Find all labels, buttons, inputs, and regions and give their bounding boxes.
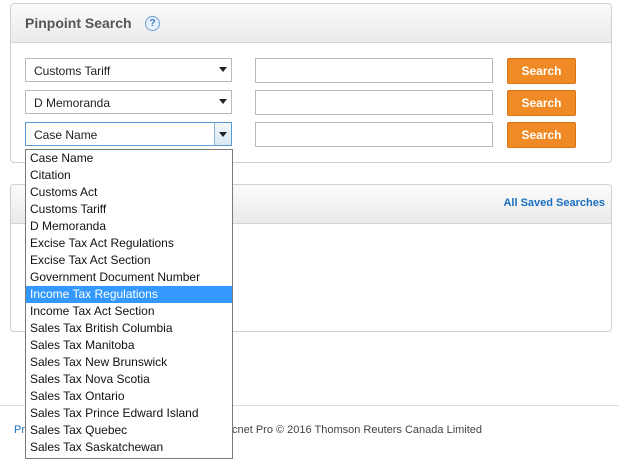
dropdown-option[interactable]: Sales Tax New Brunswick bbox=[26, 354, 232, 371]
pinpoint-search-panel: Pinpoint Search ? Customs Tariff Search … bbox=[10, 3, 612, 163]
dropdown-option[interactable]: Excise Tax Act Regulations bbox=[26, 235, 232, 252]
search-input-1[interactable] bbox=[255, 58, 493, 83]
dropdown-option[interactable]: Income Tax Regulations bbox=[26, 286, 232, 303]
dropdown-option[interactable]: Sales Tax British Columbia bbox=[26, 320, 232, 337]
field-select-value: Case Name bbox=[34, 128, 98, 142]
dropdown-option[interactable]: Sales Tax Quebec bbox=[26, 422, 232, 439]
field-select-1[interactable]: Customs Tariff bbox=[25, 58, 232, 82]
search-button-1[interactable]: Search bbox=[507, 58, 576, 84]
field-dropdown-list: Case Name Citation Customs Act Customs Tari… bbox=[25, 149, 233, 459]
search-button-2[interactable]: Search bbox=[507, 90, 576, 116]
field-select-3[interactable]: Case Name bbox=[25, 122, 232, 146]
dropdown-option[interactable]: Sales Tax Ontario bbox=[26, 388, 232, 405]
pinpoint-search-header: Pinpoint Search ? bbox=[11, 4, 611, 43]
dropdown-option[interactable]: Sales Tax Nova Scotia bbox=[26, 371, 232, 388]
search-input-2[interactable] bbox=[255, 90, 493, 115]
field-select-value: Customs Tariff bbox=[34, 64, 111, 78]
dropdown-toggle-button[interactable] bbox=[214, 123, 231, 145]
panel-title: Pinpoint Search bbox=[25, 15, 132, 31]
chevron-down-icon bbox=[219, 67, 227, 72]
search-input-3[interactable] bbox=[255, 122, 493, 147]
dropdown-option[interactable]: Sales Tax Prince Edward Island bbox=[26, 405, 232, 422]
dropdown-option[interactable]: Customs Tariff bbox=[26, 201, 232, 218]
field-select-value: D Memoranda bbox=[34, 96, 111, 110]
search-button-3[interactable]: Search bbox=[507, 122, 576, 148]
dropdown-option[interactable]: D Memoranda bbox=[26, 218, 232, 235]
dropdown-option[interactable]: Customs Act bbox=[26, 184, 232, 201]
dropdown-option[interactable]: Government Document Number bbox=[26, 269, 232, 286]
dropdown-option[interactable]: Income Tax Act Section bbox=[26, 303, 232, 320]
dropdown-option[interactable]: Sales Tax Saskatchewan bbox=[26, 439, 232, 456]
all-saved-searches-link[interactable]: All Saved Searches bbox=[503, 197, 605, 209]
chevron-down-icon bbox=[219, 132, 227, 137]
chevron-down-icon bbox=[219, 99, 227, 104]
field-select-2[interactable]: D Memoranda bbox=[25, 90, 232, 114]
dropdown-option[interactable]: Excise Tax Act Section bbox=[26, 252, 232, 269]
dropdown-option[interactable]: Case Name bbox=[26, 150, 232, 167]
footer-link[interactable]: Pr bbox=[14, 424, 25, 436]
dropdown-option[interactable]: Citation bbox=[26, 167, 232, 184]
copyright-text: cnet Pro © 2016 Thomson Reuters Canada L… bbox=[232, 424, 483, 436]
dropdown-option[interactable]: Sales Tax Manitoba bbox=[26, 337, 232, 354]
help-icon[interactable]: ? bbox=[145, 16, 160, 31]
